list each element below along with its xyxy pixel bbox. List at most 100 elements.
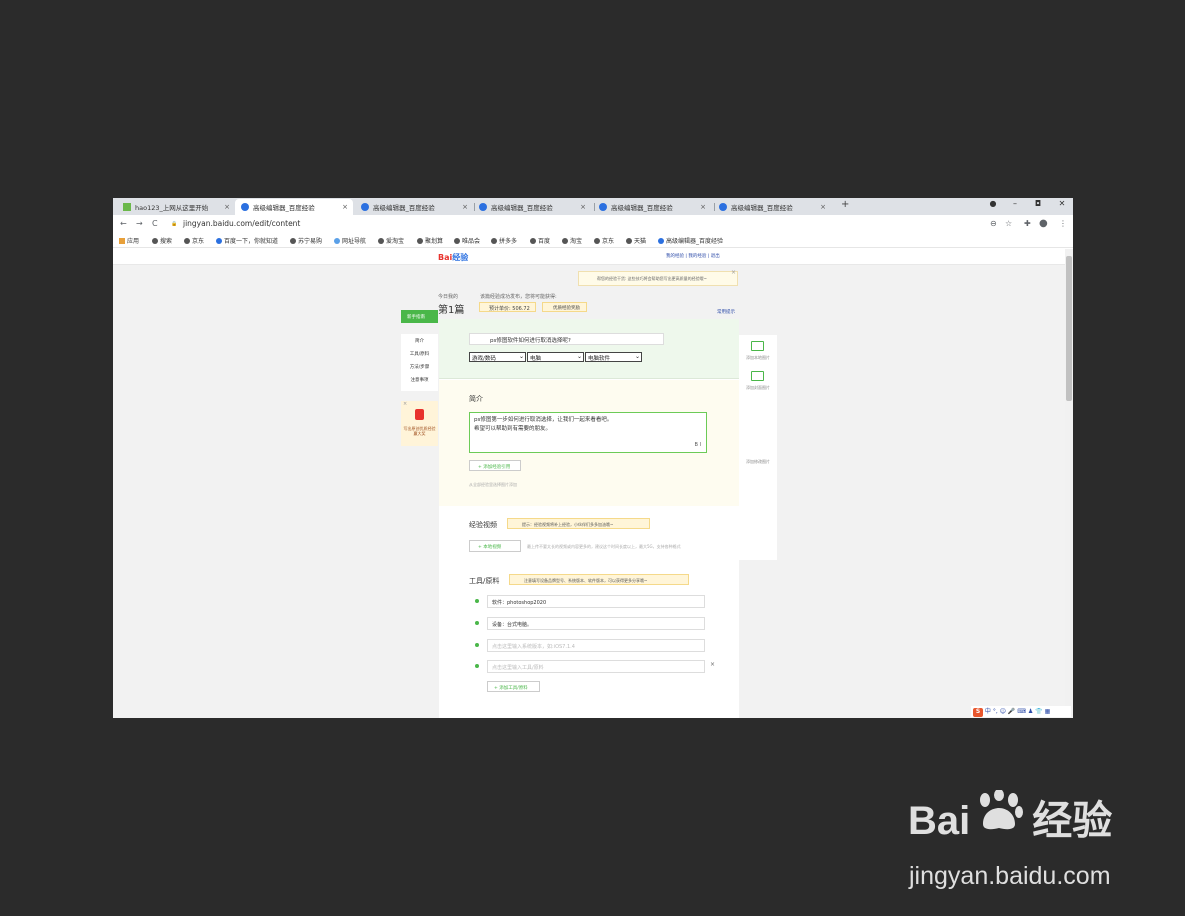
bookmark-item[interactable]: 爱淘宝 xyxy=(378,236,404,245)
right-item-label[interactable]: 添加封面图片 xyxy=(739,385,777,391)
chevron-down-icon: ⌄ xyxy=(518,353,524,360)
bookmark-item[interactable]: 百度一下，你就知道 xyxy=(216,236,278,245)
bookmark-item[interactable]: 百度 xyxy=(530,236,550,245)
tab-close-icon[interactable]: × xyxy=(461,203,469,211)
tab-editor[interactable]: 高级编辑器_百度经验 × xyxy=(355,199,473,215)
tools-title: 工具/原料 xyxy=(469,577,500,585)
tab-close-icon[interactable]: × xyxy=(699,203,707,211)
image-icon[interactable] xyxy=(751,341,764,351)
bookmark-item[interactable]: 唯品会 xyxy=(454,236,480,245)
notice-close-icon[interactable]: × xyxy=(731,269,736,276)
reload-icon[interactable]: C xyxy=(152,219,158,228)
tab-editor[interactable]: 高级编辑器_百度经验 × xyxy=(593,199,711,215)
reward-chip: 优质经验奖励 xyxy=(542,302,587,312)
nav-item-notes[interactable]: 注意事项 xyxy=(401,377,438,383)
watermark-url: jingyan.baidu.com xyxy=(909,862,1111,890)
tab-editor-active[interactable]: 高级编辑器_百度经验 × xyxy=(235,199,353,215)
bookmark-item[interactable]: 苏宁易购 xyxy=(290,236,322,245)
menu-icon[interactable]: ⋮ xyxy=(1059,219,1067,228)
tab-close-icon[interactable]: × xyxy=(819,203,827,211)
profile-icon[interactable]: ● xyxy=(1039,218,1048,229)
tab-editor[interactable]: 高级编辑器_百度经验 × xyxy=(473,199,591,215)
right-item-label[interactable]: 添加本地图片 xyxy=(739,355,777,361)
forward-icon[interactable]: → xyxy=(136,219,143,228)
minimize-button[interactable]: – xyxy=(1008,199,1022,208)
globe-icon xyxy=(491,237,497,244)
tab-editor[interactable]: 高级编辑器_百度经验 × xyxy=(713,199,831,215)
globe-icon xyxy=(454,237,460,244)
bookmark-item[interactable]: 搜索 xyxy=(152,236,172,245)
add-reference-button[interactable]: + 添加经验引用 xyxy=(469,460,521,471)
nav-item-tools[interactable]: 工具/原料 xyxy=(401,351,438,357)
baidu-paw-icon xyxy=(980,790,1023,830)
tool-input-placeholder[interactable]: 点击这里输入工具/原料 xyxy=(487,660,705,673)
right-item-label[interactable]: 添加修改图片 xyxy=(739,459,777,465)
publish-tip: 该篇经验成功发布，您将可能获得: xyxy=(480,294,557,300)
bookmark-item[interactable]: 京东 xyxy=(594,236,614,245)
video-title: 经验视频 xyxy=(469,521,497,529)
tool-input-placeholder[interactable]: 点击这里输入系统版本，如:iOS7.1.4 xyxy=(487,639,705,652)
scrollbar-thumb[interactable] xyxy=(1066,256,1072,401)
bookmarks-bar: 应用 搜索 京东 百度一下，你就知道 苏宁易购 网址导航 爱淘宝 聚划算 唯品会… xyxy=(113,232,1073,248)
tab-close-icon[interactable]: × xyxy=(341,203,349,211)
tool-input[interactable]: 软件：photoshop2020 xyxy=(487,595,705,608)
bookmark-apps[interactable]: 应用 xyxy=(119,236,139,245)
baidu-paw-icon xyxy=(719,203,727,211)
ime-toolbar[interactable]: S 中 °, ☺ 🎤 ⌨ ♟ 👕 ▦ xyxy=(971,706,1071,717)
promo-close-icon[interactable]: × xyxy=(403,401,407,407)
back-icon[interactable]: ← xyxy=(120,219,127,228)
sogou-icon: S xyxy=(973,708,983,717)
bookmark-item[interactable]: 聚划算 xyxy=(417,236,443,245)
tab-close-icon[interactable]: × xyxy=(223,203,231,211)
web-page: Bai经验 我的经验 | 我的经验 | 退出 帮您的经验干货: 这些技巧将会帮助… xyxy=(113,249,1065,718)
format-bold-italic-icon[interactable]: B I xyxy=(695,441,702,450)
bookmark-item[interactable]: 天猫 xyxy=(626,236,646,245)
address-bar[interactable]: jingyan.baidu.com/edit/content xyxy=(183,219,300,228)
record-icon[interactable]: ● xyxy=(986,199,1000,208)
hao123-icon xyxy=(123,203,131,211)
tool-input[interactable]: 设备：台式电脑。 xyxy=(487,617,705,630)
category-select-2[interactable]: 电脑 ⌄ xyxy=(527,352,584,362)
chevron-down-icon: ⌄ xyxy=(634,353,640,360)
bookmark-star-icon[interactable]: ☆ xyxy=(1005,219,1012,228)
intro-section: 简介 ps修图第一步如何进行取消选择，让我们一起来看看吧。 希望可以帮助到有需要… xyxy=(439,380,739,506)
new-tab-button[interactable]: + xyxy=(841,199,849,210)
globe-icon xyxy=(417,237,423,244)
globe-icon xyxy=(530,237,536,244)
bookmark-item[interactable]: 淘宝 xyxy=(562,236,582,245)
maximize-button[interactable]: ◘ xyxy=(1031,199,1045,208)
nav-item-intro[interactable]: 简介 xyxy=(401,338,438,344)
category-select-3[interactable]: 电脑软件 ⌄ xyxy=(585,352,642,362)
bookmark-item[interactable]: 拼多多 xyxy=(491,236,517,245)
intro-textarea[interactable]: ps修图第一步如何进行取消选择，让我们一起来看看吧。 希望可以帮助到有需要的朋友… xyxy=(469,412,707,453)
browser-window: hao123_上网从这里开始 × 高级编辑器_百度经验 × 高级编辑器_百度经验 × … xyxy=(113,198,1073,718)
image-icon[interactable] xyxy=(751,371,764,381)
extensions-icon[interactable]: ✚ xyxy=(1024,219,1031,228)
bullet-dot xyxy=(475,621,479,625)
tab-close-icon[interactable]: × xyxy=(579,203,587,211)
title-input[interactable]: ps修图软件如何进行取消选择呢? xyxy=(469,333,664,345)
add-tool-button[interactable]: + 添加工具/原料 xyxy=(487,681,540,692)
globe-icon xyxy=(594,237,600,244)
guide-button[interactable]: 新手指南 xyxy=(401,310,438,323)
globe-icon xyxy=(290,237,296,244)
bookmark-item[interactable]: 京东 xyxy=(184,236,204,245)
globe-icon xyxy=(184,237,190,244)
nav-item-steps[interactable]: 方法/步骤 xyxy=(401,364,438,370)
help-link[interactable]: 常用提示 xyxy=(717,309,735,315)
category-select-1[interactable]: 游戏/数码 ⌄ xyxy=(469,352,526,362)
promo-card[interactable] xyxy=(401,401,438,446)
baidu-jingyan-logo[interactable]: Bai经验 xyxy=(438,252,468,263)
remove-item-icon[interactable]: × xyxy=(710,661,715,668)
promo-text: 写出原创优质经验赢大奖 xyxy=(403,426,436,436)
zoom-icon[interactable]: ⊖ xyxy=(990,219,997,228)
local-video-button[interactable]: + 本地视频 xyxy=(469,540,521,552)
gift-icon xyxy=(415,409,424,420)
bookmark-item[interactable]: 高级编辑器_百度经验 xyxy=(658,236,723,245)
user-links[interactable]: 我的经验 | 我的经验 | 退出 xyxy=(666,253,720,259)
tools-tip: 注意填写设备品牌型号、系统版本、软件版本，可以获得更多分享哦~ xyxy=(509,574,689,585)
close-button[interactable]: ✕ xyxy=(1055,199,1069,208)
bookmark-item[interactable]: 网址导航 xyxy=(334,236,366,245)
tab-hao123[interactable]: hao123_上网从这里开始 × xyxy=(117,199,235,215)
browser-toolbar: ← → C 🔒 jingyan.baidu.com/edit/content ⊖… xyxy=(113,215,1073,232)
